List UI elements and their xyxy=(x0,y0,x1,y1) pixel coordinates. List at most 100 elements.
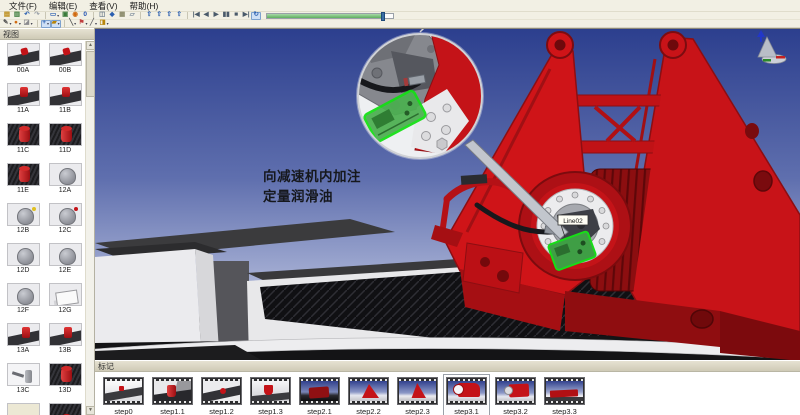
view-thumbnail[interactable]: 12E xyxy=(44,241,86,281)
step-thumbnail-label: step3.3 xyxy=(552,407,577,415)
chevron-down-icon: ▾ xyxy=(57,14,59,18)
scrollbar-thumb[interactable] xyxy=(86,51,95,97)
menu-item[interactable]: 帮助(H) xyxy=(124,0,165,12)
view-thumbnail-list: 00A 00B 11A 11B 11C xyxy=(2,41,86,415)
view-thumbnail[interactable]: 13C xyxy=(2,361,44,401)
view-thumbnail-label: 11B xyxy=(59,107,71,114)
export-4-button[interactable]: ⇧ xyxy=(174,12,184,20)
view-thumbnail[interactable]: 12B xyxy=(2,201,44,241)
view-thumbnail[interactable]: 11D xyxy=(44,121,86,161)
cube-button[interactable]: ▱ xyxy=(127,12,137,20)
view-thumbnail[interactable]: 13B xyxy=(44,321,86,361)
view-thumbnail[interactable]: 11C xyxy=(2,121,44,161)
redo-button[interactable]: ↷ xyxy=(32,12,42,20)
view-thumbnail-image xyxy=(7,363,40,386)
filmstrip-frame xyxy=(152,377,193,405)
skip-end-button[interactable]: ▶| xyxy=(241,12,251,20)
view-thumbnail[interactable]: 12A xyxy=(44,161,86,201)
toolbar-button-icon: ▥ xyxy=(14,12,20,19)
play-button[interactable]: ▶ xyxy=(211,12,221,20)
view-thumbnail[interactable]: 00B xyxy=(44,41,86,81)
sidebar-scrollbar[interactable]: ▲ ▼ xyxy=(85,41,94,415)
toolbar-button-icon: ⚑ xyxy=(79,20,85,27)
pause-button[interactable]: ▮▮ xyxy=(221,12,231,20)
step-thumbnail[interactable]: step2.2 xyxy=(345,374,392,415)
step-thumbnail[interactable]: step2.1 xyxy=(296,374,343,415)
stop-button[interactable]: ■ xyxy=(231,12,241,20)
flag-tool-button[interactable]: ⚑ ▾ xyxy=(78,20,89,28)
chevron-down-icon: ▾ xyxy=(19,22,21,26)
step-thumbnail-image xyxy=(399,381,436,401)
line-tool-button[interactable]: ╱ ▾ xyxy=(89,20,99,28)
chevron-down-icon: ▾ xyxy=(107,22,109,26)
svg-text:向减速机内加注: 向减速机内加注 xyxy=(263,168,361,184)
step-thumbnail[interactable]: step1.3 xyxy=(247,374,294,415)
menu-item[interactable]: 文件(F) xyxy=(3,0,43,12)
shape-tool-button[interactable]: ● ▾ xyxy=(12,20,22,28)
view-thumbnail[interactable] xyxy=(44,401,86,415)
step-thumbnail[interactable]: step3.3 xyxy=(541,374,588,415)
step-back-button[interactable]: ◀ xyxy=(201,12,211,20)
step-thumbnail[interactable]: step0 xyxy=(100,374,147,415)
toolbar-button-icon: ╱ xyxy=(90,20,94,27)
move-tool-button[interactable]: + ▾ xyxy=(41,20,51,28)
step-thumbnail[interactable]: step3.2 xyxy=(492,374,539,415)
filmstrip-frame xyxy=(201,377,242,405)
palette-tool-button[interactable]: ◨ ▾ xyxy=(99,20,110,28)
view-thumbnail[interactable]: 13A xyxy=(2,321,44,361)
paint-tool-button[interactable]: ▰ ▾ xyxy=(51,20,61,28)
step-thumbnail[interactable]: step1.1 xyxy=(149,374,196,415)
view-thumbnail[interactable] xyxy=(2,401,44,415)
view-thumbnail-label: 12D xyxy=(17,267,30,274)
export-1-button[interactable]: ⇧ xyxy=(144,12,154,20)
toolbar-button-icon: ◫ xyxy=(99,12,105,19)
view-thumbnail[interactable]: 12D xyxy=(2,241,44,281)
toolbar-button-icon: ▤ xyxy=(4,12,10,19)
viewport-canvas[interactable]: Line02 xyxy=(95,28,800,360)
timeline-fill xyxy=(267,14,383,18)
timeline-slider[interactable] xyxy=(266,13,394,19)
toolbar-button-icon: 0 xyxy=(83,12,87,19)
step-thumbnail-label: step0 xyxy=(114,407,132,415)
markup-toolbar: ✎ ▾ ● ▾ ◪ ▾ + ▾ ▰ ▾ ╲ ▾ ⚑ ▾ xyxy=(0,20,800,28)
view-thumbnail[interactable]: 11A xyxy=(2,81,44,121)
publish-button[interactable]: ◆ xyxy=(107,12,117,20)
toolbar-button-icon: ● xyxy=(14,20,18,27)
skip-start-button[interactable]: |◀ xyxy=(191,12,201,20)
step-thumbnail-list: step0 step1.1 step1.2 step1.3 xyxy=(95,372,800,415)
export-3-button[interactable]: ⇧ xyxy=(164,12,174,20)
loop-button[interactable]: ↻ xyxy=(251,12,261,20)
view-thumbnail[interactable]: 12G xyxy=(44,281,86,321)
step-thumbnail[interactable]: step3.1 xyxy=(443,374,490,415)
pen-tool-button[interactable]: ✎ ▾ xyxy=(2,20,12,28)
step-thumbnail-image xyxy=(154,381,191,401)
step-thumbnail[interactable]: step1.2 xyxy=(198,374,245,415)
view-thumbnail[interactable]: 11E xyxy=(2,161,44,201)
grid-button[interactable]: ▦ xyxy=(117,12,127,20)
scroll-up-button[interactable]: ▲ xyxy=(86,41,95,50)
stylus-tool-button[interactable]: ╲ ▾ xyxy=(68,20,78,28)
toolbar-button-icon: ⇧ xyxy=(146,12,151,19)
view-thumbnail-image xyxy=(49,323,82,346)
export-2-button[interactable]: ⇧ xyxy=(154,12,164,20)
view-thumbnail[interactable]: 13D xyxy=(44,361,86,401)
step-thumbnail-image xyxy=(105,381,142,401)
view-thumbnail[interactable]: 12F xyxy=(2,281,44,321)
toolbar-button-icon: ⇧ xyxy=(156,12,161,19)
timeline-handle[interactable] xyxy=(381,12,385,21)
toolbar-button-icon: ↻ xyxy=(253,12,258,19)
toolbar-separator xyxy=(64,20,65,27)
step-thumbnail-image xyxy=(203,381,240,401)
view-thumbnail[interactable]: 11B xyxy=(44,81,86,121)
step-thumbnail[interactable]: step2.3 xyxy=(394,374,441,415)
view-thumbnail-label: 12G xyxy=(58,307,71,314)
view-thumbnail[interactable]: 12C xyxy=(44,201,86,241)
chevron-down-icon: ▾ xyxy=(9,22,11,26)
menu-item[interactable]: 编辑(E) xyxy=(43,0,83,12)
view-thumbnail[interactable]: 00A xyxy=(2,41,44,81)
eraser-tool-button[interactable]: ◪ ▾ xyxy=(22,20,33,28)
step-thumbnail-image xyxy=(546,381,583,401)
menu-item[interactable]: 查看(V) xyxy=(83,0,123,12)
scroll-down-button[interactable]: ▼ xyxy=(86,406,95,415)
view-thumbnail-label: 11C xyxy=(17,147,29,154)
